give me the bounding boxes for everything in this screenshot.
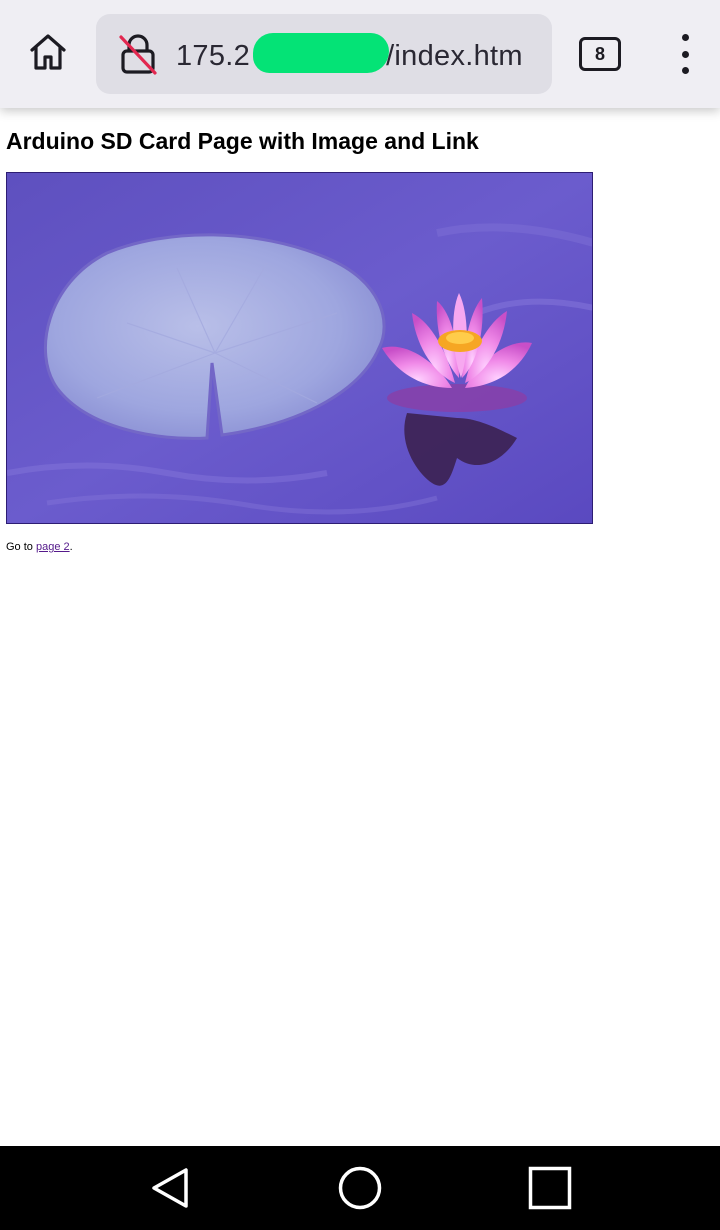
url-redaction-mark	[253, 33, 389, 73]
menu-dot-icon	[681, 50, 689, 58]
menu-dot-icon	[681, 34, 689, 41]
browser-toolbar: 175.2/index.htm 8	[0, 0, 720, 108]
page-2-link[interactable]: page 2	[36, 541, 70, 553]
home-button[interactable]	[22, 26, 74, 78]
insecure-lock-icon[interactable]	[116, 32, 160, 76]
nav-back-button[interactable]	[146, 1164, 194, 1212]
web-page: Arduino SD Card Page with Image and Link	[0, 108, 720, 1146]
overflow-menu-button[interactable]	[664, 30, 706, 78]
home-icon	[30, 34, 66, 70]
link-paragraph: Go to page 2.	[6, 541, 73, 553]
lily-image	[7, 173, 592, 523]
url-suffix: /index.htm	[386, 40, 523, 72]
lily-photo	[6, 172, 593, 524]
nav-recents-icon	[528, 1166, 572, 1210]
nav-home-button[interactable]	[336, 1164, 384, 1212]
nav-recents-button[interactable]	[526, 1164, 574, 1212]
link-prefix: Go to	[6, 541, 36, 553]
tabs-counter-icon: 8	[579, 37, 621, 71]
screen: 175.2/index.htm 8 Arduino SD Card Page w…	[0, 0, 720, 1230]
system-navigation-bar	[0, 1146, 720, 1230]
link-suffix: .	[69, 541, 73, 553]
nav-home-icon	[338, 1166, 382, 1210]
url-prefix: 175.2	[176, 40, 251, 72]
page-title: Arduino SD Card Page with Image and Link	[6, 128, 479, 154]
address-bar[interactable]: 175.2/index.htm	[96, 14, 552, 94]
menu-dot-icon	[681, 67, 689, 74]
tab-count: 8	[594, 43, 605, 64]
tabs-button[interactable]: 8	[578, 36, 622, 72]
nav-back-icon	[152, 1168, 188, 1208]
